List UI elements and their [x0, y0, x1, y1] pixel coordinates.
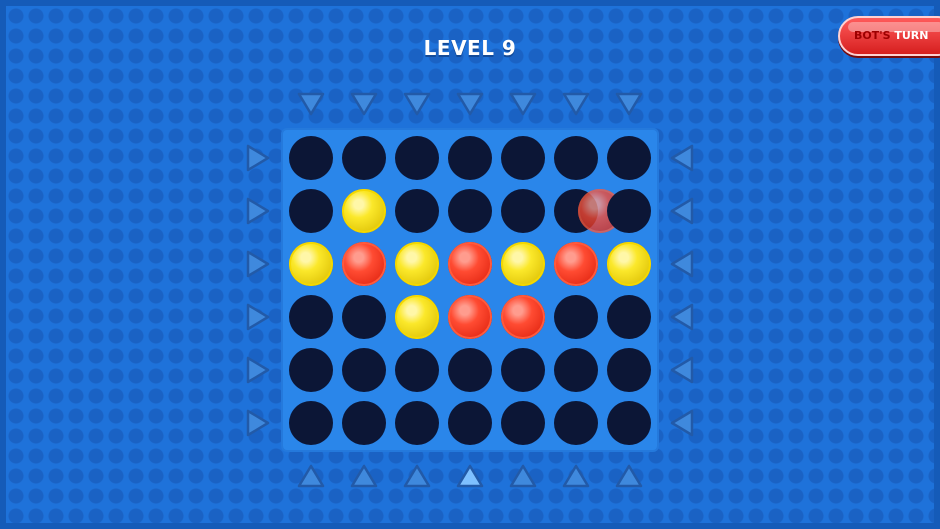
push-arrow-right-button-row-3[interactable] [240, 247, 274, 281]
push-arrow-up-button-col-7[interactable] [612, 459, 646, 493]
push-arrow-up-button-col-2[interactable] [347, 459, 381, 493]
board-slot [607, 189, 651, 233]
board-slot [607, 401, 651, 445]
yellow-disc [395, 295, 439, 339]
board-slot [289, 295, 333, 339]
turn-word: TURN [894, 29, 929, 42]
yellow-disc [289, 242, 333, 286]
board-slot [554, 136, 598, 180]
board-slot [554, 348, 598, 392]
drop-arrow-down-icon [562, 92, 590, 116]
board-slot [289, 136, 333, 180]
turn-indicator: BOT'S TURN [838, 16, 940, 56]
board-slot [501, 189, 545, 233]
push-arrow-left-button-row-6[interactable] [665, 406, 699, 440]
push-arrow-left-button-row-1[interactable] [665, 141, 699, 175]
push-arrow-up-icon [403, 464, 431, 488]
push-arrow-right-button-row-5[interactable] [240, 353, 274, 387]
push-arrow-right-icon [246, 409, 270, 437]
drop-arrow-down-icon [403, 92, 431, 116]
push-arrow-up-icon [297, 464, 325, 488]
turn-player: BOT'S [854, 29, 891, 42]
yellow-disc [342, 189, 386, 233]
drop-arrow-down-button-col-5[interactable] [506, 86, 540, 120]
board-slot [342, 136, 386, 180]
push-arrow-left-button-row-3[interactable] [665, 247, 699, 281]
push-arrow-up-icon [456, 464, 484, 488]
red-disc [448, 242, 492, 286]
turn-indicator-label: BOT'S TURN [854, 29, 929, 42]
board-slot [289, 348, 333, 392]
board-slot [501, 401, 545, 445]
board-slot [448, 348, 492, 392]
board-slot [342, 295, 386, 339]
push-arrow-left-icon [670, 197, 694, 225]
drop-arrow-down-icon [509, 92, 537, 116]
game-board [283, 130, 657, 450]
board-slot [554, 401, 598, 445]
drop-arrow-down-button-col-2[interactable] [347, 86, 381, 120]
drop-arrow-down-button-col-7[interactable] [612, 86, 646, 120]
push-arrow-up-icon [562, 464, 590, 488]
board-slot [395, 136, 439, 180]
push-arrow-right-icon [246, 144, 270, 172]
push-arrow-left-icon [670, 409, 694, 437]
push-arrow-left-button-row-4[interactable] [665, 300, 699, 334]
red-disc [448, 295, 492, 339]
board-slot [395, 401, 439, 445]
drop-arrow-down-button-col-3[interactable] [400, 86, 434, 120]
push-arrow-up-icon [350, 464, 378, 488]
push-arrow-right-icon [246, 356, 270, 384]
push-arrow-up-icon [509, 464, 537, 488]
drop-arrow-down-button-col-4[interactable] [453, 86, 487, 120]
red-disc [501, 295, 545, 339]
board-slot [342, 401, 386, 445]
drop-arrow-down-icon [350, 92, 378, 116]
red-disc [342, 242, 386, 286]
push-arrow-right-button-row-6[interactable] [240, 406, 274, 440]
level-title: LEVEL 9 [423, 36, 517, 60]
board-slot [448, 136, 492, 180]
board-slot [395, 348, 439, 392]
push-arrow-left-icon [670, 356, 694, 384]
push-arrow-left-button-row-5[interactable] [665, 353, 699, 387]
push-arrow-right-button-row-2[interactable] [240, 194, 274, 228]
yellow-disc [607, 242, 651, 286]
push-arrow-up-button-col-6[interactable] [559, 459, 593, 493]
board-slot [607, 295, 651, 339]
board-slot [289, 189, 333, 233]
board-slot [395, 189, 439, 233]
push-arrow-left-icon [670, 250, 694, 278]
board-slot [289, 401, 333, 445]
red-disc [554, 242, 598, 286]
board-slot [554, 295, 598, 339]
drop-arrow-down-button-col-1[interactable] [294, 86, 328, 120]
drop-arrow-down-icon [297, 92, 325, 116]
board-slot [342, 348, 386, 392]
yellow-disc [501, 242, 545, 286]
board-slot [501, 348, 545, 392]
push-arrow-up-button-col-3[interactable] [400, 459, 434, 493]
yellow-disc [395, 242, 439, 286]
push-arrow-up-button-col-1[interactable] [294, 459, 328, 493]
board-slot [448, 189, 492, 233]
board-slot [607, 136, 651, 180]
push-arrow-right-icon [246, 197, 270, 225]
push-arrow-right-button-row-4[interactable] [240, 300, 274, 334]
push-arrow-up-button-col-5[interactable] [506, 459, 540, 493]
push-arrow-up-icon [615, 464, 643, 488]
drop-arrow-down-icon [456, 92, 484, 116]
drop-arrow-down-icon [615, 92, 643, 116]
drop-arrow-down-button-col-6[interactable] [559, 86, 593, 120]
push-arrow-left-icon [670, 144, 694, 172]
push-arrow-right-button-row-1[interactable] [240, 141, 274, 175]
push-arrow-left-button-row-2[interactable] [665, 194, 699, 228]
push-arrow-right-icon [246, 250, 270, 278]
board-slot [607, 348, 651, 392]
push-arrow-right-icon [246, 303, 270, 331]
push-arrow-left-icon [670, 303, 694, 331]
board-slot [501, 136, 545, 180]
push-arrow-up-button-col-4[interactable] [453, 459, 487, 493]
board-slot [448, 401, 492, 445]
